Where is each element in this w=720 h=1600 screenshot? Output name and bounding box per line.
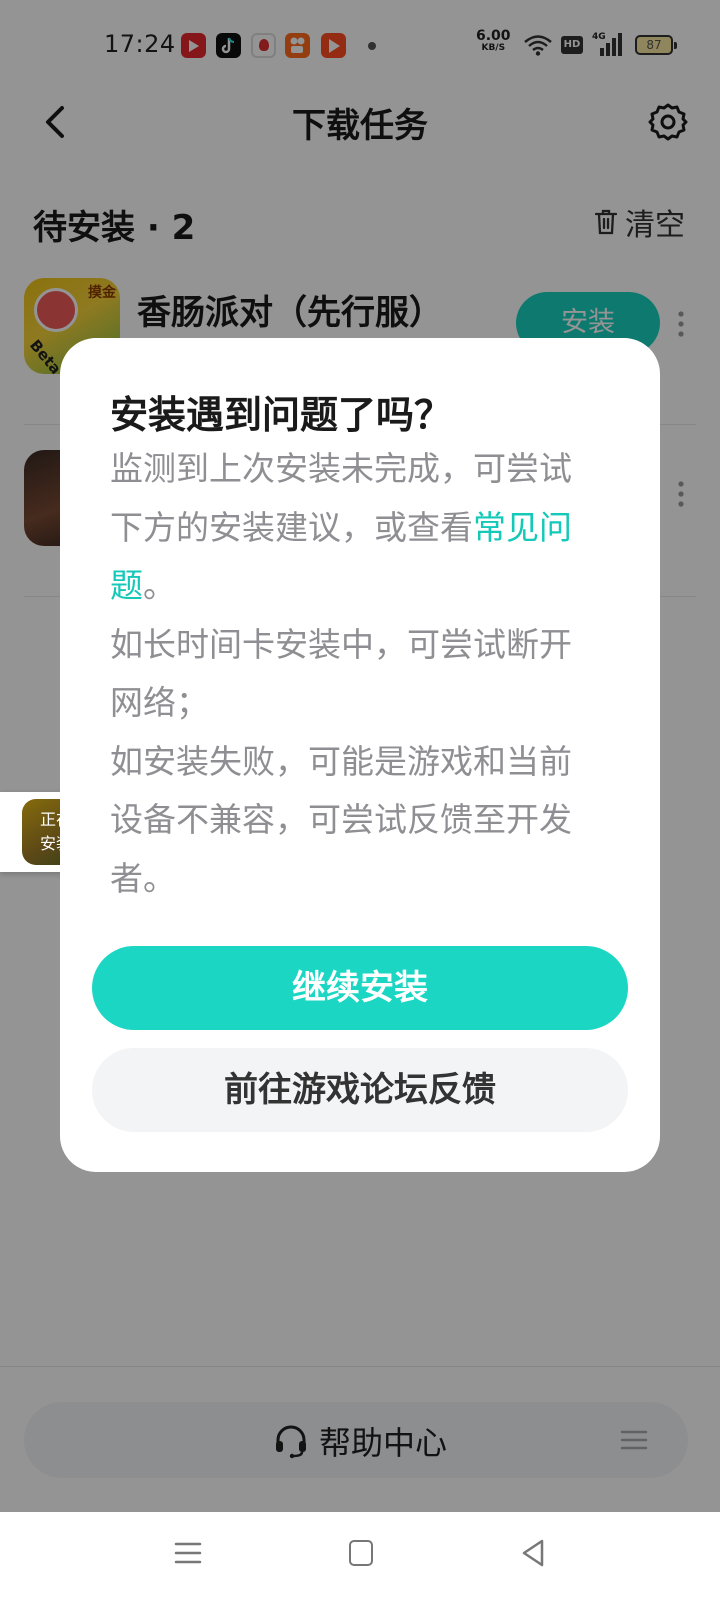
- dialog-paragraph-1: 监测到上次安装未完成，可尝试下方的安装建议，或查看常见问题。: [110, 449, 572, 605]
- continue-install-button[interactable]: 继续安装: [92, 946, 628, 1030]
- dialog-body: 监测到上次安装未完成，可尝试下方的安装建议，或查看常见问题。 如长时间卡安装中，…: [110, 440, 598, 908]
- recent-apps-icon[interactable]: [174, 1540, 202, 1566]
- home-icon[interactable]: [349, 1540, 373, 1566]
- dialog-paragraph-2: 如长时间卡安装中，可尝试断开网络；: [110, 624, 572, 723]
- forum-feedback-button[interactable]: 前往游戏论坛反馈: [92, 1048, 628, 1132]
- dialog-title: 安装遇到问题了吗？: [110, 393, 453, 437]
- nav-back-icon[interactable]: [520, 1538, 546, 1568]
- dialog-paragraph-3: 如安装失败，可能是游戏和当前设备不兼容，可尝试反馈至开发者。: [110, 741, 572, 898]
